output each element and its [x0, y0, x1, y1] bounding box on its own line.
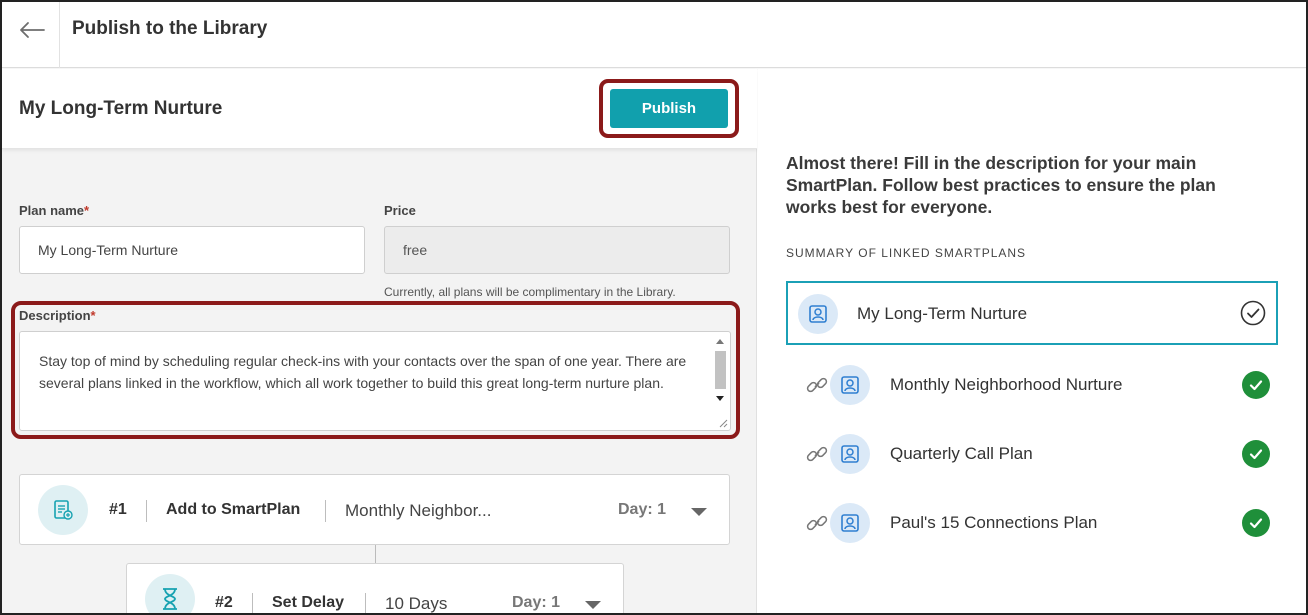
workflow-step[interactable]: #1 Add to SmartPlan Monthly Neighbor... …: [19, 474, 730, 545]
chevron-down-icon[interactable]: [585, 601, 601, 609]
plan-name-label: Plan name*: [19, 203, 90, 218]
back-button[interactable]: [14, 16, 50, 44]
linked-plan-item[interactable]: Paul's 15 Connections Plan: [786, 491, 1278, 555]
step-action: Add to SmartPlan: [166, 501, 301, 518]
description-label: Description*: [19, 308, 96, 323]
divider: [325, 500, 326, 522]
scroll-down-arrow-icon[interactable]: [716, 396, 724, 401]
scroll-up-arrow-icon[interactable]: [716, 339, 724, 344]
hourglass-icon: [145, 574, 195, 613]
check-circle-outline-icon: [1240, 300, 1266, 326]
linked-plan-item[interactable]: My Long-Term Nurture: [786, 281, 1278, 345]
step-detail: 10 Days: [385, 594, 448, 613]
step-detail: Monthly Neighbor...: [345, 501, 492, 520]
description-text: Stay top of mind by scheduling regular c…: [39, 353, 687, 391]
plan-name: Monthly Neighborhood Nurture: [890, 375, 1123, 394]
check-circle-icon: [1242, 509, 1270, 537]
step-number: #2: [215, 594, 233, 611]
step-number: #1: [109, 501, 127, 518]
chevron-down-icon[interactable]: [691, 508, 707, 516]
smartplan-icon: [38, 485, 88, 535]
contact-icon: [830, 434, 870, 474]
arrow-left-icon: [20, 22, 45, 38]
step-connector: [375, 545, 376, 563]
plan-name: Quarterly Call Plan: [890, 444, 1033, 463]
summary-title: SUMMARY OF LINKED SMARTPLANS: [786, 246, 1027, 260]
link-icon: [806, 515, 828, 531]
divider: [59, 2, 60, 68]
publish-button[interactable]: Publish: [610, 89, 728, 128]
top-bar: Publish to the Library: [2, 2, 1306, 68]
contact-icon: [830, 503, 870, 543]
link-icon: [806, 377, 828, 393]
page-title: Publish to the Library: [72, 18, 268, 39]
description-textarea[interactable]: Stay top of mind by scheduling regular c…: [19, 331, 731, 431]
linked-plan-item[interactable]: Monthly Neighborhood Nurture: [786, 353, 1278, 417]
app-window: Publish to the Library My Long-Term Nurt…: [0, 0, 1308, 615]
price-hint: Currently, all plans will be complimenta…: [384, 285, 676, 299]
plan-name: Paul's 15 Connections Plan: [890, 513, 1098, 532]
scroll-thumb[interactable]: [715, 351, 726, 389]
divider: [146, 500, 147, 522]
divider: [365, 593, 366, 613]
step-day: Day: 1: [618, 501, 667, 518]
price-input: free: [384, 226, 730, 274]
plan-heading: My Long-Term Nurture: [19, 98, 223, 119]
contact-icon: [798, 294, 838, 334]
price-label: Price: [384, 203, 416, 218]
step-action: Set Delay: [272, 594, 345, 611]
resize-handle-icon[interactable]: [718, 418, 728, 428]
description-scrollbar[interactable]: [713, 336, 727, 426]
check-circle-icon: [1242, 440, 1270, 468]
intro-text: Almost there! Fill in the description fo…: [786, 153, 1216, 217]
check-circle-icon: [1242, 371, 1270, 399]
plan-header: My Long-Term Nurture Publish: [2, 69, 757, 149]
workflow-step[interactable]: #2 Set Delay 10 Days Day: 1: [126, 563, 624, 613]
divider: [252, 593, 253, 613]
contact-icon: [830, 365, 870, 405]
summary-panel: Almost there! Fill in the description fo…: [758, 69, 1306, 613]
publish-highlight: Publish: [599, 79, 739, 138]
plan-editor: My Long-Term Nurture Publish Plan name* …: [2, 69, 757, 613]
step-day: Day: 1: [512, 594, 561, 611]
plan-name: My Long-Term Nurture: [857, 304, 1028, 323]
linked-plan-item[interactable]: Quarterly Call Plan: [786, 422, 1278, 486]
link-icon: [806, 446, 828, 462]
plan-name-input[interactable]: My Long-Term Nurture: [19, 226, 365, 274]
